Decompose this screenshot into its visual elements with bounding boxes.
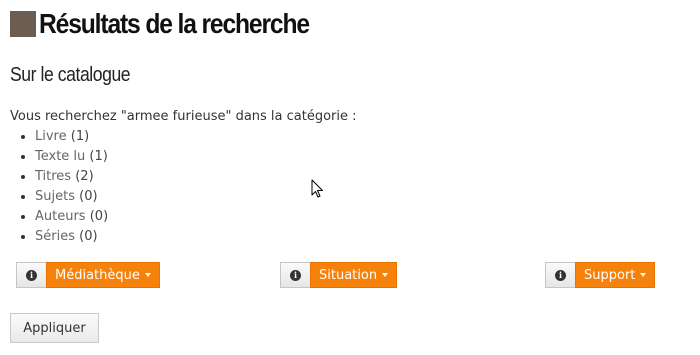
filter-support: i Support bbox=[545, 262, 656, 288]
filter-mediatheque: i Médiathèque bbox=[16, 262, 160, 288]
page-title-text: Résultats de la recherche bbox=[39, 8, 310, 39]
category-count: (1) bbox=[70, 129, 90, 144]
list-item: Sujets (0) bbox=[35, 187, 108, 207]
section-title: Sur le catalogue bbox=[10, 64, 131, 86]
support-dropdown-button[interactable]: Support bbox=[575, 262, 656, 288]
category-count: (2) bbox=[75, 169, 94, 184]
category-link-texte-lu[interactable]: Texte lu bbox=[35, 149, 85, 164]
info-icon: i bbox=[26, 269, 37, 281]
mediatheque-info-button[interactable]: i bbox=[16, 262, 46, 288]
support-label: Support bbox=[584, 267, 636, 283]
mouse-cursor-icon bbox=[311, 179, 323, 198]
situation-dropdown-button[interactable]: Situation bbox=[310, 262, 398, 288]
category-count: (0) bbox=[79, 229, 98, 244]
situation-info-button[interactable]: i bbox=[280, 262, 310, 288]
page-title: Résultats de la recherche bbox=[10, 8, 346, 40]
list-item: Auteurs (0) bbox=[35, 207, 108, 227]
mediatheque-label: Médiathèque bbox=[55, 267, 140, 283]
category-link-titres[interactable]: Titres bbox=[35, 169, 71, 184]
category-link-series[interactable]: Séries bbox=[35, 229, 75, 244]
category-count: (0) bbox=[89, 209, 109, 224]
list-item: Texte lu (1) bbox=[35, 147, 108, 167]
query-intro: Vous recherchez "armee furieuse" dans la… bbox=[10, 109, 357, 124]
filter-situation: i Situation bbox=[280, 262, 398, 288]
info-icon: i bbox=[290, 269, 301, 281]
list-item: Livre (1) bbox=[35, 127, 108, 147]
situation-label: Situation bbox=[319, 267, 378, 283]
category-count: (1) bbox=[89, 149, 108, 164]
support-info-button[interactable]: i bbox=[545, 262, 575, 288]
info-icon: i bbox=[555, 269, 566, 281]
category-link-auteurs[interactable]: Auteurs bbox=[35, 209, 86, 224]
caret-down-icon bbox=[640, 273, 647, 277]
category-link-sujets[interactable]: Sujets bbox=[35, 189, 75, 204]
apply-button[interactable]: Appliquer bbox=[10, 313, 99, 343]
caret-down-icon bbox=[144, 273, 151, 277]
list-item: Titres (2) bbox=[35, 167, 108, 187]
title-square-icon bbox=[10, 11, 36, 37]
list-item: Séries (0) bbox=[35, 227, 108, 247]
mediatheque-dropdown-button[interactable]: Médiathèque bbox=[46, 262, 160, 288]
category-list: Livre (1) Texte lu (1) Titres (2) Sujets… bbox=[18, 127, 108, 247]
category-count: (0) bbox=[79, 189, 98, 204]
category-link-livre[interactable]: Livre bbox=[35, 129, 67, 144]
caret-down-icon bbox=[382, 273, 389, 277]
